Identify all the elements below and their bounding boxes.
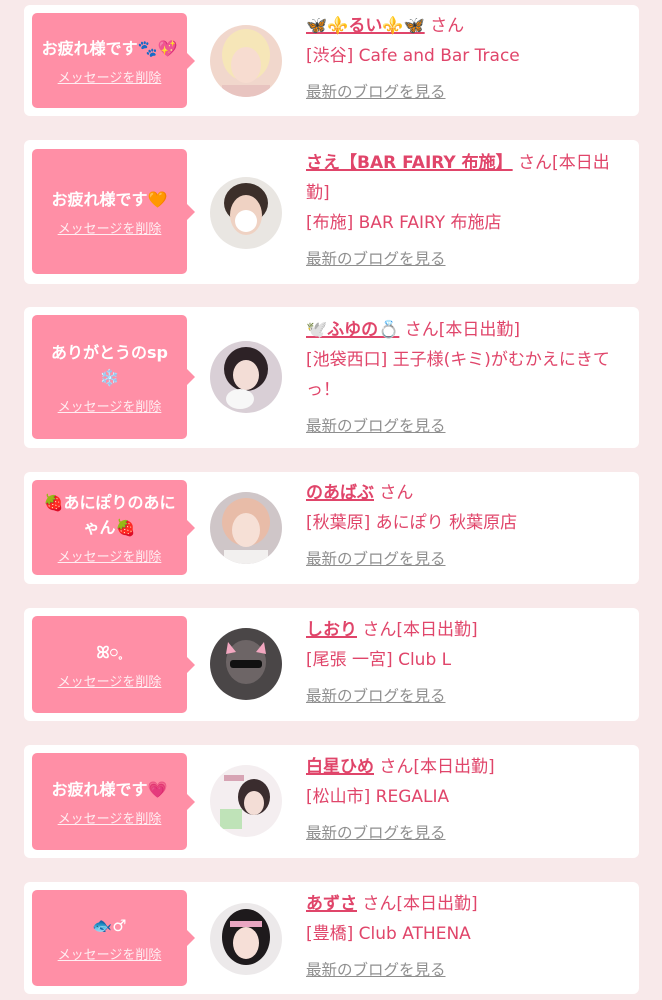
latest-blog-link[interactable]: 最新のブログを見る — [306, 955, 446, 985]
avatar[interactable] — [210, 25, 282, 97]
latest-blog-link[interactable]: 最新のブログを見る — [306, 681, 446, 711]
avatar-photo-icon — [210, 341, 282, 413]
delete-message-link[interactable]: メッセージを削除 — [58, 396, 162, 415]
message-card: 🍓あにぽりのあにゃん🍓 メッセージを削除 のあばぶ さん [秋葉原] あにぽり … — [24, 472, 639, 584]
delete-message-link[interactable]: メッセージを削除 — [58, 944, 162, 963]
avatar[interactable] — [210, 628, 282, 700]
avatar-photo-icon — [210, 25, 282, 97]
bubble-text: 🍓あにぽりのあにゃん🍓 — [43, 493, 176, 537]
shop-name: [渋谷] Cafe and Bar Trace — [306, 46, 520, 66]
delete-message-link[interactable]: メッセージを削除 — [58, 546, 162, 565]
avatar[interactable] — [210, 492, 282, 564]
delete-message-link[interactable]: メッセージを削除 — [58, 67, 162, 86]
delete-message-link[interactable]: メッセージを削除 — [58, 808, 162, 827]
message-card: お疲れ様です💗 メッセージを削除 白星ひめ さん[本日出勤] [松山市] REG… — [24, 745, 639, 858]
bubble-text: ありがとうのsp❄️ — [51, 342, 168, 387]
cast-name-suffix: さん — [430, 16, 465, 36]
shop-name: [松山市] REGALIA — [306, 787, 450, 807]
latest-blog-link[interactable]: 最新のブログを見る — [306, 411, 446, 441]
delete-message-link[interactable]: メッセージを削除 — [58, 671, 162, 690]
message-list: お疲れ様です🐾💖 メッセージを削除 🦋⚜️るい⚜️🦋 さん [渋谷] Cafe … — [0, 0, 662, 1000]
delete-message-link[interactable]: メッセージを削除 — [58, 218, 162, 237]
message-card: お疲れ様です🐾💖 メッセージを削除 🦋⚜️るい⚜️🦋 さん [渋谷] Cafe … — [24, 5, 639, 116]
cast-info: さえ【BAR FAIRY 布施】 さん[本日出勤] [布施] BAR FAIRY… — [306, 148, 626, 274]
bubble-text: お疲れ様です🐾💖 — [41, 38, 178, 58]
cast-info: 白星ひめ さん[本日出勤] [松山市] REGALIA 最新のブログを見る — [306, 752, 626, 848]
shop-name: [布施] BAR FAIRY 布施店 — [306, 213, 502, 233]
bubble-text: お疲れ様です🧡 — [51, 189, 168, 209]
cast-info: のあばぶ さん [秋葉原] あにぽり 秋葉原店 最新のブログを見る — [306, 478, 626, 574]
shop-name: [尾張 一宮] Club L — [306, 650, 452, 670]
bubble-text: ꕤ𓏸𓈒 — [96, 642, 123, 662]
cast-name-link[interactable]: のあばぶ — [306, 483, 374, 503]
avatar[interactable] — [210, 765, 282, 837]
avatar[interactable] — [210, 903, 282, 975]
latest-blog-link[interactable]: 最新のブログを見る — [306, 818, 446, 848]
message-bubble: 🍓あにぽりのあにゃん🍓 メッセージを削除 — [32, 480, 195, 575]
message-bubble: お疲れ様です🐾💖 メッセージを削除 — [32, 13, 195, 108]
cast-info: 🕊️ふゆの💍 さん[本日出勤] [池袋西口] 王子様(キミ)がむかえにきてっ！ … — [306, 315, 626, 441]
latest-blog-link[interactable]: 最新のブログを見る — [306, 244, 446, 274]
message-bubble: お疲れ様です🧡 メッセージを削除 — [32, 149, 195, 274]
message-card: 🐟♂ メッセージを削除 あずさ さん[本日出勤] [豊橋] Club ATHEN… — [24, 882, 639, 994]
cast-name-suffix: さん[本日出勤] — [362, 894, 478, 914]
avatar-photo-icon — [210, 492, 282, 564]
cast-name-link[interactable]: しおり — [306, 620, 357, 640]
message-bubble: ꕤ𓏸𓈒 メッセージを削除 — [32, 616, 195, 713]
cast-name-suffix: さん[本日出勤] — [379, 757, 495, 777]
cast-name-suffix: さん[本日出勤] — [404, 320, 521, 340]
shop-name: [豊橋] Club ATHENA — [306, 924, 471, 944]
message-card: ありがとうのsp❄️ メッセージを削除 🕊️ふゆの💍 さん[本日出勤] [池袋西… — [24, 307, 639, 448]
cast-name-link[interactable]: 🕊️ふゆの💍 — [306, 320, 399, 340]
avatar-photo-icon — [210, 903, 282, 975]
bubble-text: お疲れ様です💗 — [51, 779, 168, 799]
cast-name-suffix: さん — [379, 483, 414, 503]
cast-name-link[interactable]: さえ【BAR FAIRY 布施】 — [306, 153, 513, 173]
cast-name-link[interactable]: 🦋⚜️るい⚜️🦋 — [306, 16, 425, 36]
cast-info: 🦋⚜️るい⚜️🦋 さん [渋谷] Cafe and Bar Trace 最新のブ… — [306, 11, 626, 107]
avatar-photo-icon — [210, 177, 282, 249]
latest-blog-link[interactable]: 最新のブログを見る — [306, 77, 446, 107]
cast-name-link[interactable]: あずさ — [306, 894, 357, 914]
avatar-photo-icon — [210, 765, 282, 837]
cast-info: あずさ さん[本日出勤] [豊橋] Club ATHENA 最新のブログを見る — [306, 889, 626, 985]
avatar-photo-icon — [210, 628, 282, 700]
avatar[interactable] — [210, 341, 282, 413]
shop-name: [池袋西口] 王子様(キミ)がむかえにきてっ！ — [306, 350, 610, 400]
bubble-text: 🐟♂ — [92, 916, 127, 935]
message-bubble: お疲れ様です💗 メッセージを削除 — [32, 753, 195, 850]
latest-blog-link[interactable]: 最新のブログを見る — [306, 544, 446, 574]
avatar[interactable] — [210, 177, 282, 249]
cast-info: しおり さん[本日出勤] [尾張 一宮] Club L 最新のブログを見る — [306, 615, 626, 711]
shop-name: [秋葉原] あにぽり 秋葉原店 — [306, 513, 518, 533]
message-card: ꕤ𓏸𓈒 メッセージを削除 しおり さん[本日出勤] [尾張 一宮] Club L… — [24, 608, 639, 721]
cast-name-suffix: さん[本日出勤] — [362, 620, 478, 640]
message-bubble: ありがとうのsp❄️ メッセージを削除 — [32, 315, 195, 439]
cast-name-link[interactable]: 白星ひめ — [306, 757, 374, 777]
message-bubble: 🐟♂ メッセージを削除 — [32, 890, 195, 986]
message-card: お疲れ様です🧡 メッセージを削除 さえ【BAR FAIRY 布施】 さん[本日出… — [24, 140, 639, 284]
